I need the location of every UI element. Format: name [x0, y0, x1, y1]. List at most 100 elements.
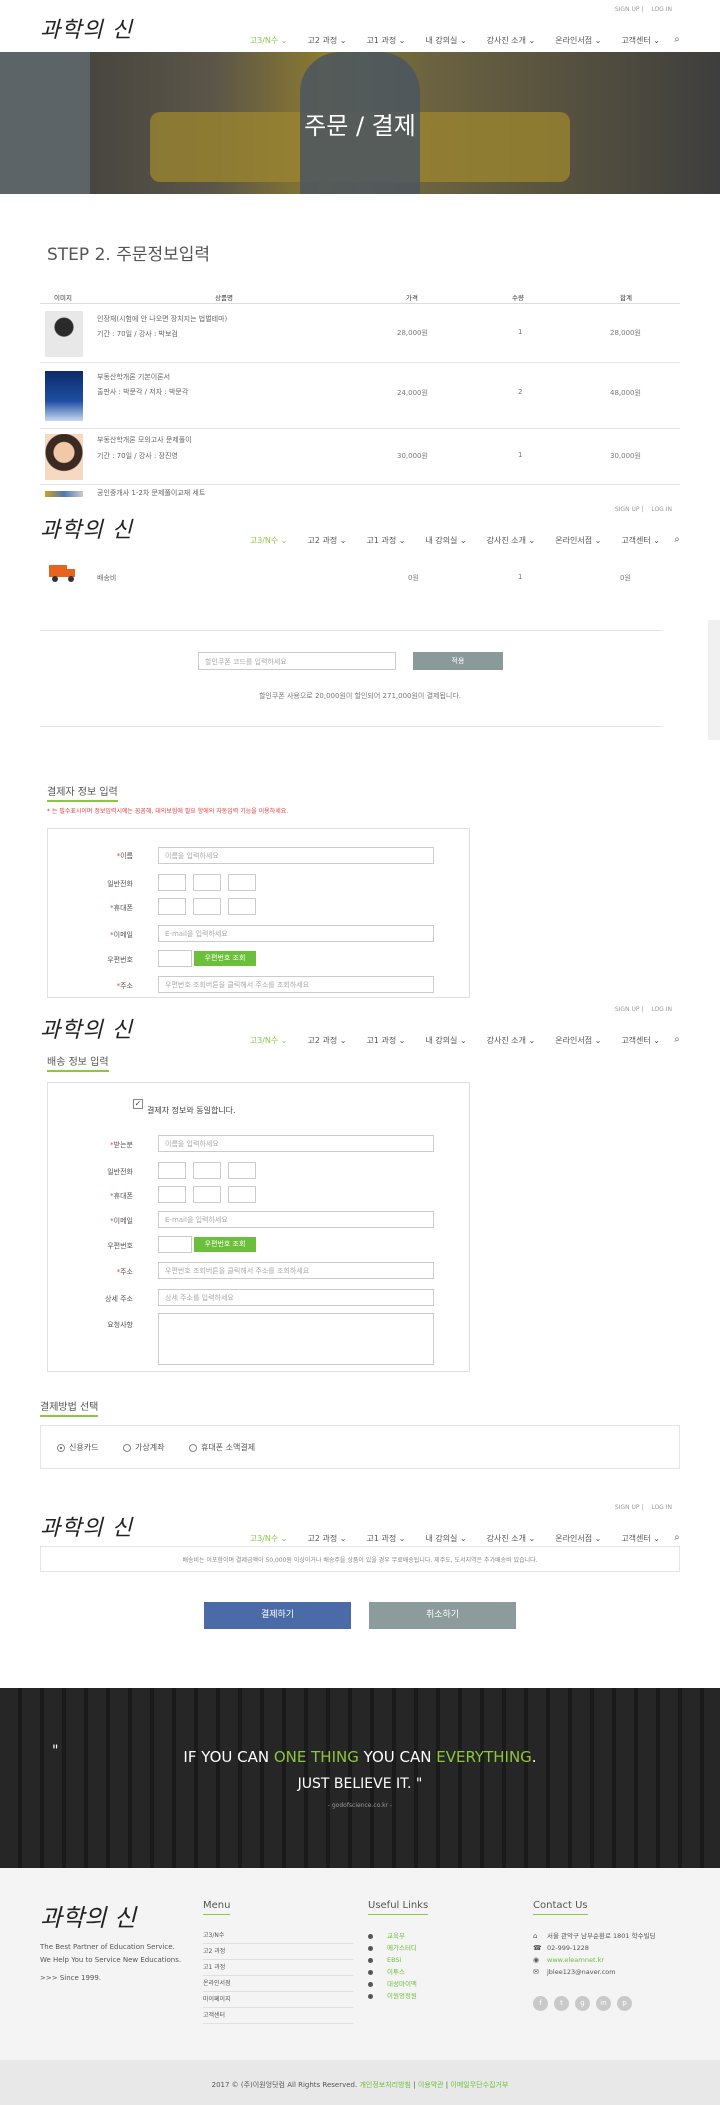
footer-link[interactable]: 메가스터디: [368, 1942, 417, 1954]
privacy-link[interactable]: 개인정보처리방침: [359, 2081, 411, 2089]
payer-address-input[interactable]: 우편번호 조회버튼을 클릭해서 주소를 조회하세요: [158, 976, 434, 993]
pay-button[interactable]: 결제하기: [204, 1602, 351, 1629]
nav-item-teachers[interactable]: 강사진 소개 ⌄: [487, 1035, 536, 1046]
ship-request-textarea[interactable]: [158, 1313, 434, 1365]
nav-item-grade3[interactable]: 고3/N수 ⌄: [250, 35, 288, 46]
radio-selected-icon[interactable]: [57, 1443, 65, 1452]
payer-mobile-part2[interactable]: [193, 898, 221, 915]
payer-phone-part3[interactable]: [228, 874, 256, 891]
ship-mobile-part2[interactable]: [193, 1186, 221, 1203]
product-thumbnail[interactable]: [45, 371, 83, 421]
payer-phone-part1[interactable]: [158, 874, 186, 891]
linkedin-icon[interactable]: in: [596, 1996, 611, 2011]
site-logo[interactable]: 과학의 신: [40, 1510, 133, 1542]
nav-item-grade2[interactable]: 고2 과정 ⌄: [308, 1533, 347, 1544]
nav-item-grade2[interactable]: 고2 과정 ⌄: [308, 535, 347, 546]
nav-item-grade2[interactable]: 고2 과정 ⌄: [308, 35, 347, 46]
ship-zip-input[interactable]: [158, 1236, 192, 1253]
footer-link[interactable]: EBSi: [368, 1954, 417, 1966]
nav-item-grade1[interactable]: 고1 과정 ⌄: [366, 535, 405, 546]
ship-email-input[interactable]: E-mail을 입력하세요: [158, 1211, 434, 1228]
nav-item-grade2[interactable]: 고2 과정 ⌄: [308, 1035, 347, 1046]
product-thumbnail[interactable]: [45, 491, 83, 497]
facebook-icon[interactable]: f: [533, 1996, 548, 2011]
footer-menu-item[interactable]: 고2 과정: [203, 1944, 353, 1960]
radio-icon[interactable]: [123, 1443, 131, 1452]
search-icon[interactable]: ⌕: [670, 1531, 684, 1545]
payer-name-input[interactable]: 이름을 입력하세요: [158, 847, 434, 864]
radio-icon[interactable]: [189, 1443, 197, 1452]
login-link[interactable]: LOG IN: [651, 1006, 672, 1013]
terms-link[interactable]: 이용약관: [418, 2081, 444, 2089]
payer-mobile-part3[interactable]: [228, 898, 256, 915]
nav-item-bookstore[interactable]: 온라인서점 ⌄: [555, 535, 601, 546]
signup-link[interactable]: SIGN UP: [615, 1504, 640, 1511]
ship-phone-part1[interactable]: [158, 1162, 186, 1179]
footer-logo[interactable]: 과학의 신: [40, 1898, 136, 1933]
footer-menu-item[interactable]: 고객센터: [203, 2008, 353, 2024]
contact-web[interactable]: ◉ www.elearnnet.kr: [533, 1954, 656, 1966]
nav-item-bookstore[interactable]: 온라인서점 ⌄: [555, 1035, 601, 1046]
login-link[interactable]: LOG IN: [651, 506, 672, 513]
payment-option-card[interactable]: 신용카드: [57, 1442, 98, 1453]
same-as-payer-checkbox[interactable]: ✓: [133, 1099, 143, 1109]
nav-item-grade1[interactable]: 고1 과정 ⌄: [366, 1035, 405, 1046]
payer-mobile-part1[interactable]: [158, 898, 186, 915]
footer-link[interactable]: 이원엉정원: [368, 1990, 417, 2002]
pinterest-icon[interactable]: p: [617, 1996, 632, 2011]
nav-item-grade1[interactable]: 고1 과정 ⌄: [366, 1533, 405, 1544]
scrollbar[interactable]: [708, 620, 720, 740]
nav-item-bookstore[interactable]: 온라인서점 ⌄: [555, 1533, 601, 1544]
payment-option-mobile[interactable]: 휴대폰 소액결제: [189, 1442, 255, 1453]
nav-item-grade3[interactable]: 고3/N수 ⌄: [250, 1035, 288, 1046]
footer-menu-item[interactable]: 온라인서점: [203, 1976, 353, 1992]
footer-link[interactable]: 이투스: [368, 1966, 417, 1978]
nav-item-grade3[interactable]: 고3/N수 ⌄: [250, 1533, 288, 1544]
nav-item-grade3[interactable]: 고3/N수 ⌄: [250, 535, 288, 546]
nav-item-my-classroom[interactable]: 내 강의실 ⌄: [425, 35, 466, 46]
payer-zip-input[interactable]: [158, 950, 192, 967]
footer-link[interactable]: 교육부: [368, 1930, 417, 1942]
product-name[interactable]: 부동산학개론 모의고사 문제풀이: [97, 435, 192, 445]
ship-phone-part3[interactable]: [228, 1162, 256, 1179]
search-icon[interactable]: ⌕: [670, 33, 684, 47]
nav-item-teachers[interactable]: 강사진 소개 ⌄: [487, 1533, 536, 1544]
nav-item-support[interactable]: 고객센터 ⌄: [621, 1533, 660, 1544]
payer-phone-part2[interactable]: [193, 874, 221, 891]
nav-item-my-classroom[interactable]: 내 강의실 ⌄: [425, 535, 466, 546]
ship-mobile-part3[interactable]: [228, 1186, 256, 1203]
contact-email[interactable]: ✉ jblee123@naver.com: [533, 1966, 656, 1978]
payer-zip-search-button[interactable]: 우편번호 조회: [194, 951, 256, 966]
nav-item-support[interactable]: 고객센터 ⌄: [621, 1035, 660, 1046]
email-policy-link[interactable]: 이메일무단수집거부: [450, 2081, 508, 2089]
footer-menu-item[interactable]: 고3/N수: [203, 1928, 353, 1944]
footer-menu-item[interactable]: 마이페이지: [203, 1992, 353, 2008]
signup-link[interactable]: SIGN UP: [615, 6, 640, 13]
ship-zip-search-button[interactable]: 우편번호 조회: [194, 1237, 256, 1252]
googleplus-icon[interactable]: g: [575, 1996, 590, 2011]
product-name[interactable]: 인장재(시험에 안 나오면 장치지는 법벌테마): [97, 314, 227, 324]
site-logo[interactable]: 과학의 신: [40, 512, 133, 544]
payer-email-input[interactable]: E-mail을 입력하세요: [158, 925, 434, 942]
recipient-input[interactable]: 이름을 입력하세요: [158, 1135, 434, 1152]
nav-item-bookstore[interactable]: 온라인서점 ⌄: [555, 35, 601, 46]
footer-link[interactable]: 대성마이맥: [368, 1978, 417, 1990]
login-link[interactable]: LOG IN: [651, 6, 672, 13]
product-name[interactable]: 부동산학개론 기본이론서: [97, 372, 170, 382]
product-name[interactable]: 공인중개사 1-2차 문제풀이교재 세트: [97, 488, 205, 498]
payment-option-virtual-account[interactable]: 가상계좌: [123, 1442, 164, 1453]
ship-address-input[interactable]: 우편번호 조회버튼을 클릭해서 주소를 조회하세요: [158, 1262, 434, 1279]
cancel-button[interactable]: 취소하기: [369, 1602, 516, 1629]
ship-detail-input[interactable]: 상세 주소를 입력하세요: [158, 1289, 434, 1306]
coupon-input[interactable]: 할인쿠폰 코드를 입력하세요: [198, 652, 396, 670]
nav-item-grade1[interactable]: 고1 과정 ⌄: [366, 35, 405, 46]
coupon-apply-button[interactable]: 적용: [413, 652, 503, 670]
footer-menu-item[interactable]: 고1 과정: [203, 1960, 353, 1976]
ship-phone-part2[interactable]: [193, 1162, 221, 1179]
signup-link[interactable]: SIGN UP: [615, 506, 640, 513]
product-thumbnail[interactable]: [45, 434, 83, 480]
product-thumbnail[interactable]: [45, 311, 83, 357]
site-logo[interactable]: 과학의 신: [40, 1012, 133, 1044]
site-logo[interactable]: 과학의 신: [40, 12, 133, 44]
nav-item-teachers[interactable]: 강사진 소개 ⌄: [487, 535, 536, 546]
